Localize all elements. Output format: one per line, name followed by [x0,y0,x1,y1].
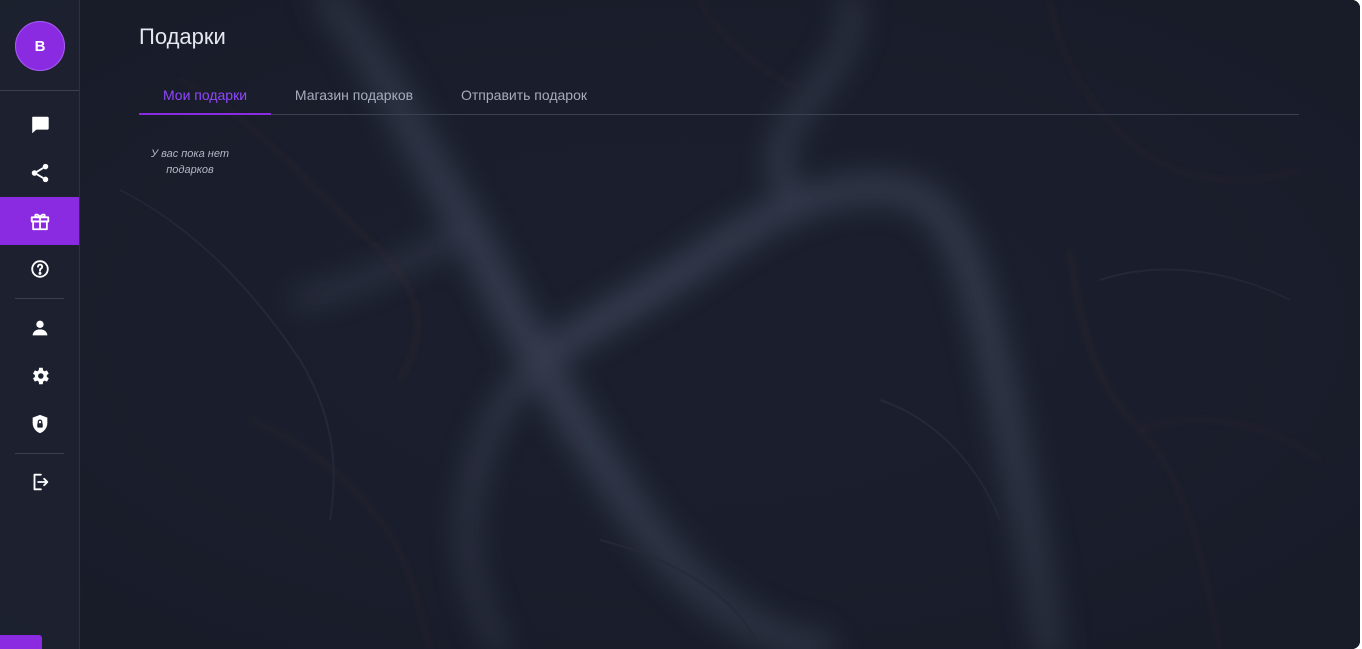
tab-gift-shop[interactable]: Магазин подарков [281,76,427,114]
sidebar-divider [15,298,64,299]
page-title: Подарки [139,24,226,49]
gift-icon [30,213,49,231]
tab-send-gift[interactable]: Отправить подарок [451,76,597,114]
sidebar-item-chat[interactable] [0,101,79,149]
logout-icon [33,473,48,491]
sidebar-item-security[interactable] [0,400,79,448]
empty-state-message: У вас пока нет подарков [150,148,229,176]
avatar[interactable]: B [15,21,65,71]
sidebar-item-help[interactable] [0,245,79,293]
sidebar-item-share[interactable] [0,149,79,197]
app-window: B Подарки Мои подарки Магазин подарков О… [0,0,1360,649]
gear-icon [32,367,49,385]
bottom-accent-bar [0,635,42,649]
user-icon [32,320,47,336]
sidebar-item-profile[interactable] [0,304,79,352]
sidebar-divider [15,453,64,454]
help-icon [30,260,49,278]
sidebar-item-gifts[interactable] [0,197,79,245]
sidebar-item-settings[interactable] [0,352,79,400]
chat-icon [31,116,49,134]
tab-bar: Мои подарки Магазин подарков Отправить п… [139,76,1299,115]
sidebar-divider [0,90,79,91]
active-tab-indicator [139,113,271,115]
shield-lock-icon [32,414,47,434]
tab-my-gifts[interactable]: Мои подарки [139,76,271,114]
sidebar-item-logout[interactable] [0,458,79,506]
share-icon [31,163,48,183]
sidebar: B [0,0,80,649]
